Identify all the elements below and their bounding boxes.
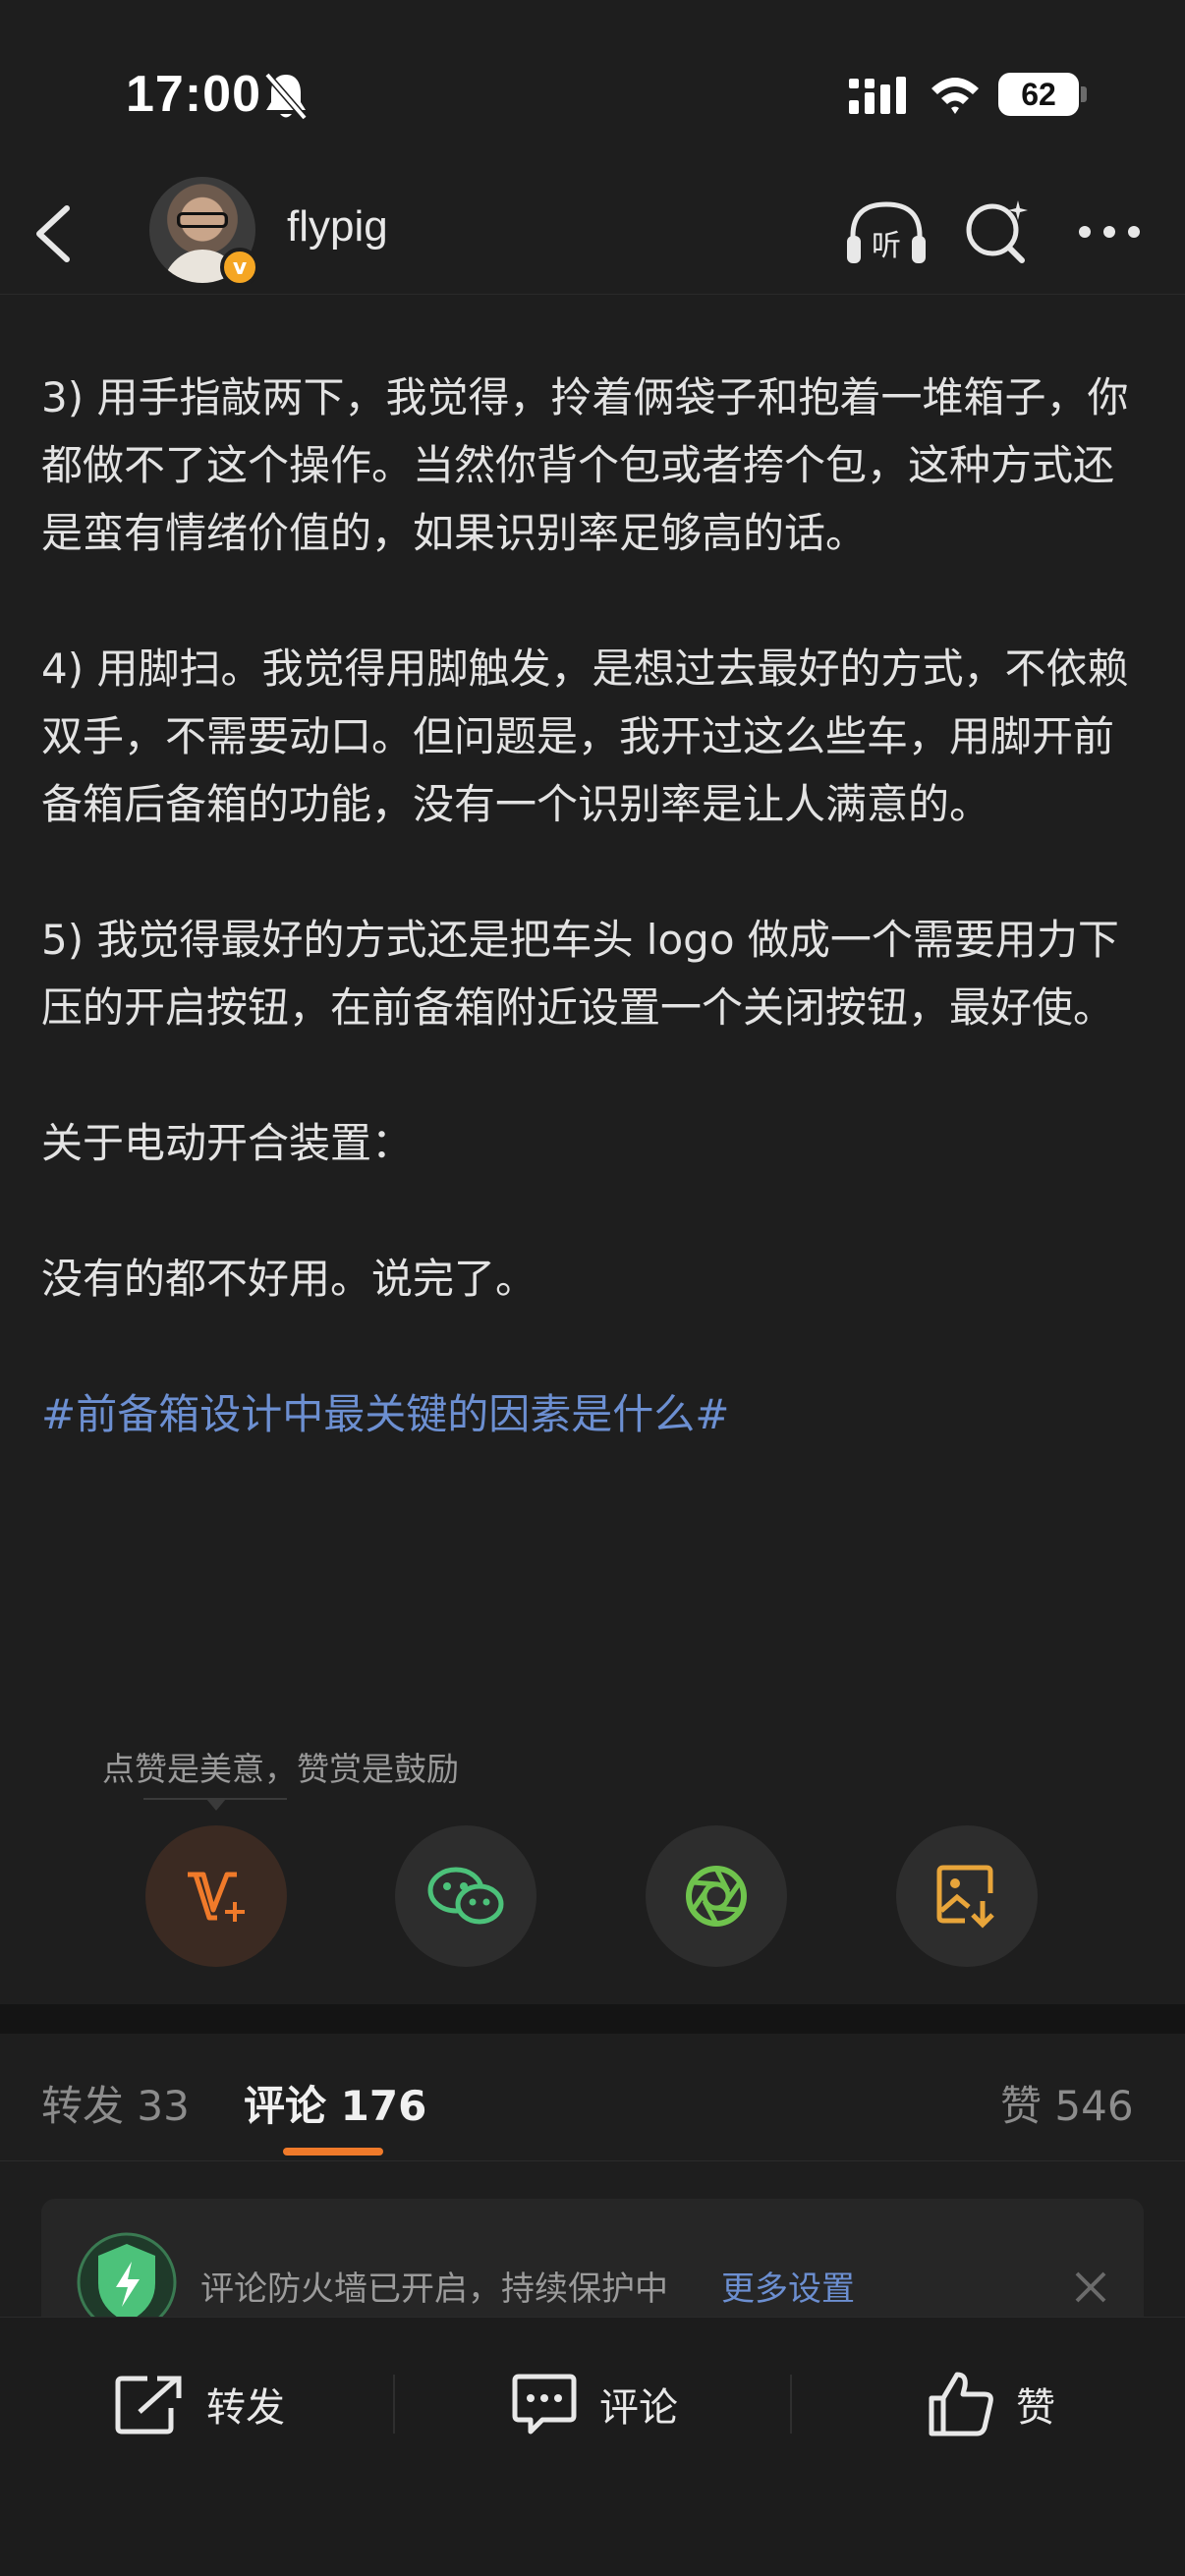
status-bar: 17:00 62 <box>0 0 1185 187</box>
reward-hint: 点赞是美意，赞赏是鼓励 <box>102 1750 459 1788</box>
signal-icon <box>849 77 906 114</box>
bottom-action-bar: 转发 评论 赞 <box>0 2317 1185 2576</box>
tab-likes[interactable]: 赞 546 <box>1000 2073 1134 2133</box>
reward-button[interactable] <box>145 1825 287 1967</box>
comment-button[interactable]: 评论 <box>511 2365 678 2443</box>
more-settings-link[interactable]: 更多设置 <box>721 2262 855 2310</box>
wechat-icon <box>427 1867 504 1925</box>
close-icon[interactable] <box>1071 2268 1110 2307</box>
tab-comments-count: 176 <box>340 2082 427 2130</box>
listen-headphones-icon[interactable]: 听 <box>845 196 928 267</box>
post-paragraph: 3) 用手指敲两下，我觉得，拎着俩袋子和抱着一堆箱子，你都做不了这个操作。当然你… <box>41 373 1129 557</box>
moments-aperture-icon <box>686 1866 747 1927</box>
bell-off-icon <box>264 72 308 121</box>
post-paragraph: 4) 用脚扫。我觉得用脚触发，是想过去最好的方式，不依赖双手，不需要动口。但问题… <box>41 644 1129 828</box>
battery-tip <box>1081 86 1087 102</box>
thumbs-up-icon <box>929 2372 993 2436</box>
reward-v-icon <box>188 1872 245 1922</box>
repost-button[interactable]: 转发 <box>114 2365 285 2443</box>
status-time: 17:00 <box>126 66 261 123</box>
shield-icon <box>77 2232 177 2317</box>
battery-indicator: 62 <box>998 73 1079 116</box>
username[interactable]: flypig <box>287 202 388 252</box>
tab-repost[interactable]: 转发 33 <box>41 2073 190 2133</box>
bottom-divider <box>790 2375 792 2434</box>
tab-repost-count: 33 <box>137 2082 190 2130</box>
interaction-tabs: 转发 33 评论 176 赞 546 <box>0 2034 1185 2161</box>
post-header: v flypig 听 <box>0 167 1185 295</box>
save-image-icon <box>936 1865 994 1929</box>
post-paragraph: 5) 我觉得最好的方式还是把车头 logo 做成一个需要用力下压的开启按钮，在前… <box>41 916 1119 1032</box>
bottom-divider <box>393 2375 395 2434</box>
tab-likes-count: 546 <box>1054 2082 1134 2130</box>
more-options-icon[interactable] <box>1075 212 1144 252</box>
battery-level: 62 <box>1021 76 1056 112</box>
comment-icon <box>512 2374 577 2435</box>
wifi-icon <box>931 78 979 114</box>
svg-text:听: 听 <box>872 229 901 263</box>
repost-icon <box>115 2376 182 2435</box>
post-paragraph: 没有的都不好用。说完了。 <box>41 1255 537 1303</box>
avatar-glasses <box>177 212 228 228</box>
tab-comments-label: 评论 <box>244 2082 327 2130</box>
back-arrow-icon[interactable] <box>29 202 79 265</box>
share-wechat-button[interactable] <box>395 1825 536 1967</box>
repost-label: 转发 <box>206 2385 285 2431</box>
like-label: 赞 <box>1016 2385 1055 2431</box>
post-body: 3) 用手指敲两下，我觉得，拎着俩袋子和抱着一堆箱子，你都做不了这个操作。当然你… <box>41 364 1152 1516</box>
topic-hashtag[interactable]: #前备箱设计中最关键的因素是什么# <box>41 1380 1152 1448</box>
active-tab-indicator <box>283 2148 383 2156</box>
section-divider <box>0 2004 1185 2034</box>
tab-likes-label: 赞 <box>1000 2082 1043 2130</box>
share-moments-button[interactable] <box>646 1825 787 1967</box>
tab-comments[interactable]: 评论 176 <box>244 2073 426 2133</box>
comment-label: 评论 <box>599 2385 678 2431</box>
save-image-button[interactable] <box>896 1825 1038 1967</box>
search-icon[interactable] <box>963 196 1032 265</box>
firewall-status-text: 评论防火墙已开启，持续保护中 <box>200 2269 668 2309</box>
tab-repost-label: 转发 <box>41 2082 125 2130</box>
hint-pointer <box>206 1799 226 1811</box>
verified-badge-icon: v <box>220 248 259 287</box>
like-button[interactable]: 赞 <box>928 2365 1055 2443</box>
post-paragraph: 关于电动开合装置： <box>41 1119 414 1167</box>
comment-firewall-notice: 评论防火墙已开启，持续保护中 更多设置 <box>41 2199 1144 2317</box>
